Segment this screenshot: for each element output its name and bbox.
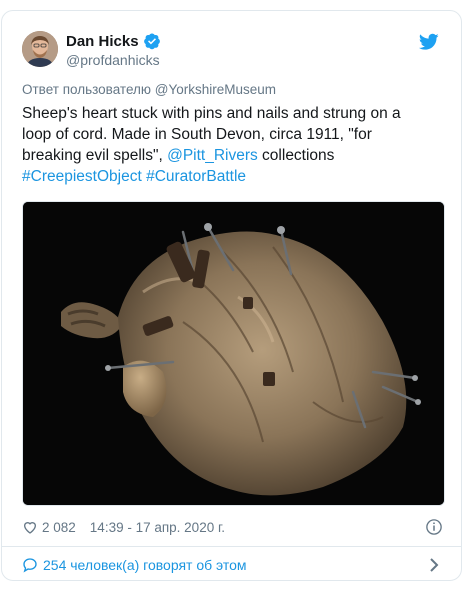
reply-context: Ответ пользователю @YorkshireMuseum xyxy=(22,82,276,97)
reply-to-link[interactable]: @YorkshireMuseum xyxy=(155,82,276,97)
tweet-photo[interactable] xyxy=(22,201,445,506)
sheep-heart-photo xyxy=(23,202,444,505)
tweet-card[interactable]: Dan Hicks @profdanhicks Ответ пользовате… xyxy=(1,10,462,581)
timestamp[interactable]: 14:39 - 17 апр. 2020 г. xyxy=(90,520,225,535)
verified-badge-icon xyxy=(143,33,160,50)
mention-link[interactable]: @Pitt_Rivers xyxy=(167,147,258,164)
twitter-bird-icon[interactable] xyxy=(419,33,439,51)
tweet-meta: 2 082 14:39 - 17 апр. 2020 г. xyxy=(22,516,443,538)
info-icon[interactable] xyxy=(425,518,443,536)
divider xyxy=(2,546,461,547)
reply-prefix: Ответ пользователю xyxy=(22,82,155,97)
handle[interactable]: @profdanhicks xyxy=(66,52,161,68)
display-name[interactable]: Dan Hicks xyxy=(66,33,139,50)
conversation-text[interactable]: 254 человек(а) говорят об этом xyxy=(43,557,247,573)
chevron-right-icon[interactable] xyxy=(429,557,439,573)
hashtag-link-2[interactable]: #CuratorBattle xyxy=(146,168,246,185)
tweet-text-part2: collections xyxy=(257,147,335,164)
like-count[interactable]: 2 082 xyxy=(42,520,76,535)
avatar[interactable] xyxy=(22,31,58,67)
hashtag-link-1[interactable]: #CreepiestObject xyxy=(22,168,142,185)
speech-bubble-icon xyxy=(23,558,37,573)
heart-icon[interactable] xyxy=(22,519,38,535)
tweet-text: Sheep's heart stuck with pins and nails … xyxy=(22,103,432,187)
conversation-link[interactable]: 254 человек(а) говорят об этом xyxy=(22,554,443,576)
tweet-header: Dan Hicks @profdanhicks xyxy=(22,29,443,69)
